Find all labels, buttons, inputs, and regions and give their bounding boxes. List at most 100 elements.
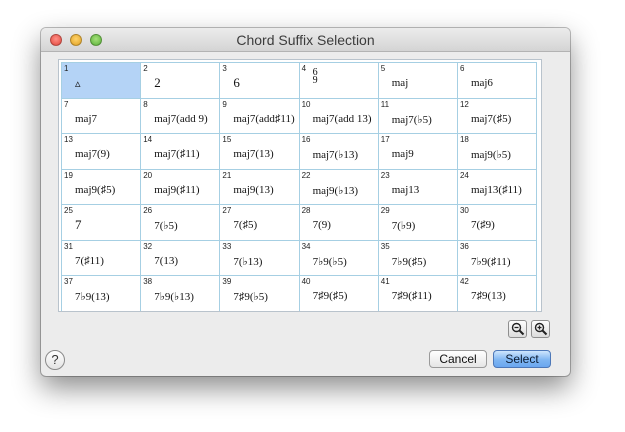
chord-suffix-label: 7♭9(♭13) — [154, 291, 194, 303]
chord-suffix-label: maj9(♯11) — [154, 183, 200, 196]
suffix-cell[interactable]: 11 maj7(♭5) — [378, 98, 458, 134]
zoom-out-button[interactable] — [508, 320, 527, 338]
cell-number: 2 — [143, 64, 148, 73]
cell-number: 37 — [64, 277, 73, 286]
suffix-cell[interactable]: 41 7♯9(♯11) — [378, 276, 458, 311]
cell-number: 35 — [380, 241, 390, 251]
chord-suffix-label: maj7 — [75, 112, 97, 125]
cell-number: 24 — [459, 170, 469, 180]
cell-number: 39 — [222, 277, 232, 286]
chord-suffix-label: 7(♭9) — [391, 220, 416, 232]
cell-number: 1 — [64, 64, 69, 73]
chord-suffix-label: maj13 — [391, 183, 420, 196]
cell-number: 10 — [301, 99, 311, 109]
suffix-cell[interactable]: 9 maj7(add♯11) — [220, 98, 300, 134]
chord-suffix-label: 7♭9(♯5) — [391, 255, 427, 268]
chord-suffix-label: 2 — [154, 75, 161, 90]
cell-number: 21 — [222, 170, 232, 180]
cell-number: 7 — [64, 99, 69, 109]
cell-number: 15 — [222, 135, 232, 144]
cell-number: 29 — [380, 206, 390, 215]
cell-number: 16 — [301, 135, 311, 144]
suffix-cell[interactable]: 25 7 — [62, 205, 142, 241]
suffix-grid-panel[interactable]: 1 ▵ 2 2 3 6 4 6 9 5 maj 6 maj6 7 maj7 8 maj7(add 9) 9 maj7… — [58, 59, 542, 312]
suffix-cell[interactable]: 13 maj7(9) — [62, 134, 142, 170]
cell-number: 13 — [64, 135, 73, 144]
suffix-cell[interactable]: 30 7(♯9) — [457, 205, 538, 241]
cell-number: 5 — [380, 64, 386, 73]
chord-suffix-label: 7(♭13) — [233, 255, 263, 268]
suffix-cell[interactable]: 36 — [220, 63, 300, 99]
suffix-cell[interactable]: 5 maj — [378, 63, 458, 99]
cancel-button[interactable]: Cancel — [429, 350, 487, 368]
suffix-cell[interactable]: 29 7(♭9) — [378, 205, 458, 241]
suffix-cell[interactable]: 10 maj7(add 13) — [299, 98, 379, 134]
chord-suffix-label: maj9 — [391, 148, 414, 160]
cell-number: 18 — [459, 135, 469, 144]
cell-number: 6 — [459, 64, 465, 73]
suffix-cell[interactable]: 15 maj7(13) — [220, 134, 300, 170]
suffix-cell[interactable]: 20 maj9(♯11) — [141, 169, 221, 205]
select-button[interactable]: Select — [493, 350, 551, 368]
chord-suffix-label: maj9(♭5) — [470, 149, 511, 161]
suffix-cell[interactable]: 38 7♭9(♭13) — [141, 276, 221, 311]
suffix-cell[interactable]: 32 7(13) — [141, 240, 221, 276]
cell-number: 40 — [301, 277, 311, 286]
cell-number: 28 — [301, 206, 311, 215]
chord-suffix-label: maj6 — [470, 77, 493, 89]
chord-suffix-label: maj9(13) — [233, 183, 274, 196]
suffix-cell[interactable]: 40 7♯9(♯5) — [299, 276, 379, 311]
chord-suffix-label: 7(♯9) — [470, 219, 495, 231]
suffix-cell[interactable]: 16 maj7(♭13) — [299, 134, 379, 170]
cell-number: 30 — [459, 206, 469, 215]
suffix-cell[interactable]: 26 7(♭5) — [141, 205, 221, 241]
suffix-lower: 9 — [312, 75, 318, 86]
suffix-cell[interactable]: 37 7♭9(13) — [62, 276, 142, 311]
chord-suffix-dialog: Chord Suffix Selection 1 ▵ 2 2 3 6 4 6 9 5 maj 6 maj… — [41, 28, 570, 376]
suffix-cell[interactable]: 42 7♯9(13) — [457, 276, 538, 311]
suffix-cell[interactable]: 17 maj9 — [378, 134, 458, 170]
suffix-cell[interactable]: 31 7(♯11) — [62, 240, 142, 276]
suffix-cell[interactable]: 34 7♭9(♭5) — [299, 240, 379, 276]
suffix-cell[interactable]: 8 maj7(add 9) — [141, 98, 221, 134]
chord-suffix-label: maj7(9) — [75, 148, 110, 160]
chord-suffix-label: maj7(13) — [233, 148, 274, 160]
cell-number: 26 — [143, 206, 153, 215]
chord-suffix-label: 7♯9(♯11) — [391, 290, 432, 302]
suffix-cell[interactable]: 6 maj6 — [457, 63, 538, 99]
zoom-in-button[interactable] — [531, 320, 550, 338]
cell-number: 12 — [459, 99, 469, 109]
suffix-cell[interactable]: 21 maj9(13) — [220, 169, 300, 205]
chord-suffix-label: maj — [391, 77, 409, 89]
suffix-cell[interactable]: 4 69 — [299, 63, 379, 99]
zoom-out-icon — [511, 322, 525, 336]
suffix-cell[interactable]: 33 7(♭13) — [220, 240, 300, 276]
suffix-cell[interactable]: 14 maj7(♯11) — [141, 134, 221, 170]
chord-suffix-label: maj13(♯11) — [470, 183, 522, 196]
cell-number: 36 — [459, 241, 469, 251]
suffix-cell[interactable]: 18 maj9(♭5) — [457, 134, 538, 170]
chord-suffix-label: 7 — [75, 217, 82, 232]
cell-number: 32 — [143, 241, 153, 251]
chord-suffix-label: maj9(♯5) — [75, 183, 116, 196]
suffix-cell[interactable]: 39 7♯9(♭5) — [220, 276, 300, 311]
cell-number: 33 — [222, 241, 232, 251]
cell-number: 41 — [380, 277, 390, 286]
chord-suffix-label: 6 — [233, 75, 240, 90]
suffix-cell[interactable]: 22 maj9(♭13) — [299, 169, 379, 205]
suffix-cell[interactable]: 7 maj7 — [62, 98, 142, 134]
suffix-cell[interactable]: 23 maj13 — [378, 169, 458, 205]
suffix-cell[interactable]: 24 maj13(♯11) — [457, 169, 538, 205]
suffix-cell[interactable]: 36 7♭9(♯11) — [457, 240, 538, 276]
suffix-cell[interactable]: 22 — [141, 63, 221, 99]
suffix-cell[interactable]: 27 7(♯5) — [220, 205, 300, 241]
cell-number: 11 — [380, 99, 390, 109]
help-button[interactable]: ? — [45, 350, 65, 370]
suffix-cell[interactable]: 1 ▵ — [62, 63, 142, 99]
suffix-cell[interactable]: 12 maj7(♯5) — [457, 98, 538, 134]
suffix-cell[interactable]: 19 maj9(♯5) — [62, 169, 142, 205]
chord-suffix-label: 7(9) — [312, 219, 331, 231]
suffix-cell[interactable]: 28 7(9) — [299, 205, 379, 241]
suffix-cell[interactable]: 35 7♭9(♯5) — [378, 240, 458, 276]
chord-suffix-label: 7♯9(♯5) — [312, 290, 348, 302]
